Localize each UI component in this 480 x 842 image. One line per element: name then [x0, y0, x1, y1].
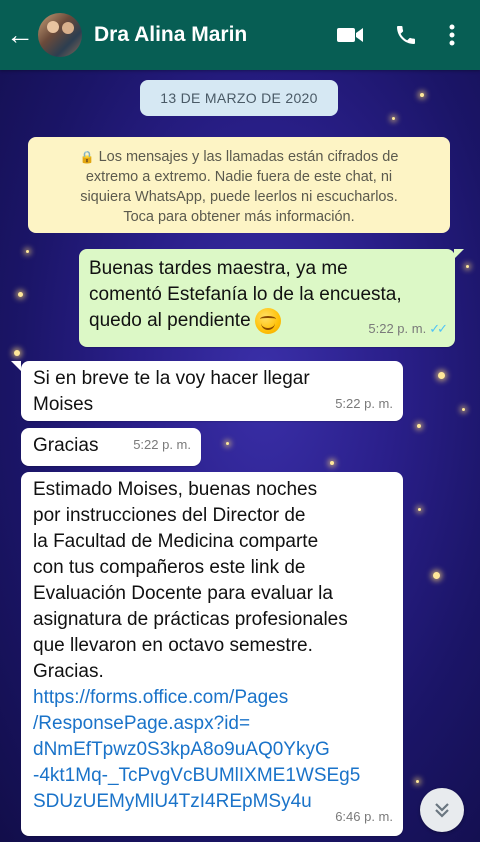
- phone-icon[interactable]: [386, 23, 426, 47]
- link-line: -4kt1Mq-_TcPvgVcBUMlIXME1WSEg5: [33, 765, 361, 786]
- link-line: https://forms.office.com/Pages: [33, 687, 289, 708]
- double-check-icon: ✓✓: [429, 321, 448, 336]
- scroll-to-bottom-button[interactable]: [420, 788, 464, 832]
- video-call-icon[interactable]: [330, 25, 370, 45]
- message-line: Si en breve te la voy hacer llegar: [33, 368, 310, 389]
- double-chevron-down-icon: [435, 803, 449, 818]
- notice-line: extremo a extremo. Nadie fuera de este c…: [85, 169, 393, 185]
- message-line: Evaluación Docente para evaluar la: [33, 583, 333, 604]
- smiling-face-emoji: [254, 308, 281, 334]
- message-time-status: 5:22 p. m. ✓✓: [368, 316, 448, 342]
- encryption-notice[interactable]: 🔒 Los mensajes y las llamadas están cifra…: [28, 137, 450, 233]
- link-line: dNmEfTpwz0S3kpA8o9uAQ0YkyG: [33, 739, 330, 760]
- message-line: la Facultad de Medicina comparte: [33, 531, 319, 552]
- message-line: Buenas tardes maestra, ya me: [89, 258, 348, 279]
- message-line: Estimado Moises, buenas noches: [33, 479, 318, 500]
- message-line: quedo al pendiente: [89, 310, 251, 332]
- date-separator: 13 DE MARZO DE 2020: [140, 80, 338, 116]
- message-line: con tus compañeros este link de: [33, 557, 306, 578]
- message-time: 5:22 p. m.: [133, 437, 191, 452]
- message-time: 5:22 p. m.: [335, 396, 393, 411]
- incoming-message[interactable]: Estimado Moises, buenas noches por instr…: [21, 472, 403, 836]
- message-time: 5:22 p. m.: [368, 321, 427, 336]
- chat-header: ← Dra Alina Marin: [0, 0, 480, 70]
- evaluation-form-link[interactable]: https://forms.office.com/Pages /Response…: [33, 685, 391, 815]
- link-line: /ResponsePage.aspx?id=: [33, 713, 251, 734]
- message-line: por instrucciones del Director de: [33, 505, 306, 526]
- notice-line: Los mensajes y las llamadas están cifrad…: [98, 149, 399, 165]
- message-line: asignatura de prácticas profesionales: [33, 609, 348, 630]
- bubble-tail: [11, 361, 21, 371]
- bubble-tail: [454, 249, 464, 259]
- notice-line: siquiera WhatsApp, puede leerlos ni escu…: [80, 189, 398, 205]
- message-line: comentó Estefanía lo de la encuesta,: [89, 284, 402, 305]
- contact-name[interactable]: Dra Alina Marin: [94, 23, 330, 47]
- outgoing-message[interactable]: Buenas tardes maestra, ya me comentó Est…: [79, 249, 455, 347]
- message-time: 6:46 p. m.: [335, 809, 393, 824]
- contact-avatar[interactable]: [38, 13, 82, 57]
- message-line: Gracias.: [33, 661, 104, 682]
- lock-icon: 🔒: [79, 150, 95, 164]
- notice-line: Toca para obtener más información.: [123, 209, 355, 225]
- incoming-message[interactable]: Si en breve te la voy hacer llegar Moise…: [21, 361, 403, 421]
- message-line: que llevaron en octavo semestre.: [33, 635, 313, 656]
- more-vert-icon[interactable]: [432, 23, 472, 47]
- incoming-message[interactable]: Gracias 5:22 p. m.: [21, 428, 201, 466]
- arrow-left-icon[interactable]: ←: [6, 21, 36, 49]
